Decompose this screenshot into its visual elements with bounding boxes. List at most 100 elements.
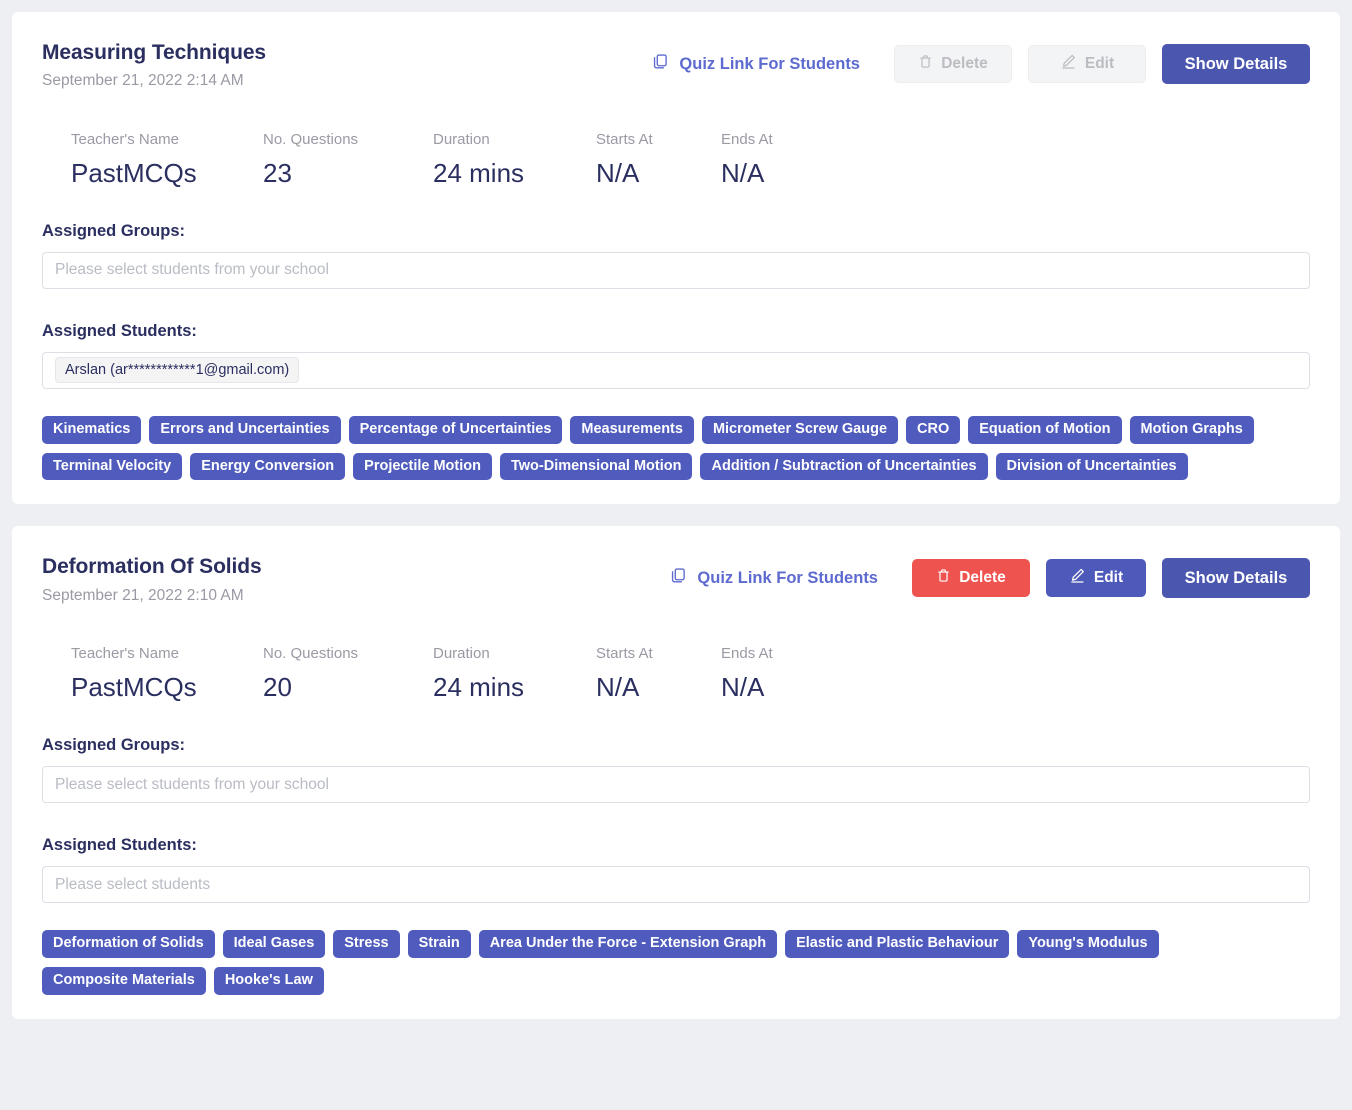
quiz-link-label: Quiz Link For Students — [697, 568, 878, 587]
topic-tag[interactable]: Hooke's Law — [213, 966, 324, 995]
assigned-groups-placeholder: Please select students from your school — [55, 261, 329, 279]
stat-2: Duration 24 mins — [433, 645, 596, 703]
topic-tag[interactable]: Two-Dimensional Motion — [499, 452, 693, 481]
assigned-students-label: Assigned Students: — [42, 321, 197, 340]
edit-button: Edit — [1028, 45, 1146, 83]
topic-tag[interactable]: Motion Graphs — [1129, 415, 1254, 444]
stat-value: 20 — [263, 672, 292, 703]
assigned-students-block: Assigned Students: Please select students — [42, 836, 1310, 904]
topic-tag[interactable]: Young's Modulus — [1017, 930, 1159, 958]
topic-tag[interactable]: Terminal Velocity — [42, 452, 183, 481]
topic-tag[interactable]: Energy Conversion — [190, 452, 346, 481]
topic-tag[interactable]: Composite Materials — [42, 966, 206, 995]
assigned-groups-placeholder: Please select students from your school — [55, 775, 329, 793]
assigned-groups-input[interactable]: Please select students from your school — [42, 251, 1310, 289]
assigned-students-label: Assigned Students: — [42, 836, 197, 855]
topic-tag[interactable]: Kinematics — [42, 415, 142, 444]
stat-value: PastMCQs — [71, 157, 197, 188]
quiz-link-for-students-button[interactable]: Quiz Link For Students — [670, 567, 878, 589]
assigned-students-input[interactable]: Please select students — [42, 866, 1310, 904]
topic-tag[interactable]: Micrometer Screw Gauge — [701, 415, 899, 444]
stat-label: No. Questions — [263, 130, 359, 148]
card-actions: Quiz Link For Students Delete Edit Show Det… — [652, 38, 1310, 84]
stat-label: Ends At — [721, 130, 773, 148]
card-header: Measuring Techniques September 21, 2022 2… — [42, 38, 1310, 91]
stat-value: 24 mins — [433, 672, 525, 703]
topic-tag[interactable]: Division of Uncertainties — [995, 452, 1188, 481]
stat-3: Starts At N/A — [596, 645, 721, 703]
stat-2: Duration 24 mins — [433, 131, 596, 189]
topic-tag[interactable]: Strain — [407, 930, 471, 958]
quiz-card: Measuring Techniques September 21, 2022 2… — [12, 12, 1340, 505]
quiz-date: September 21, 2022 2:14 AM — [42, 72, 244, 90]
topic-tag[interactable]: Measurements — [570, 415, 694, 444]
card-header-left: Measuring Techniques September 21, 2022 2… — [42, 38, 266, 91]
topic-tag[interactable]: Errors and Uncertainties — [149, 415, 341, 444]
topic-tag[interactable]: Deformation of Solids — [42, 930, 215, 958]
assigned-students-placeholder: Please select students — [55, 875, 211, 893]
stat-value: N/A — [721, 157, 765, 188]
stat-3: Starts At N/A — [596, 131, 721, 189]
topic-tag[interactable]: Ideal Gases — [222, 930, 326, 958]
card-header: Deformation Of Solids September 21, 2022 … — [42, 552, 1310, 605]
stat-label: Starts At — [596, 130, 653, 148]
stat-4: Ends At N/A — [721, 645, 846, 703]
pencil-icon — [1060, 53, 1077, 75]
card-header-left: Deformation Of Solids September 21, 2022 … — [42, 552, 262, 605]
quiz-title: Deformation Of Solids — [42, 555, 262, 579]
stat-4: Ends At N/A — [721, 131, 846, 189]
topic-tag[interactable]: Elastic and Plastic Behaviour — [785, 930, 1010, 958]
topic-tag-list: Kinematics Errors and Uncertainties Percen… — [42, 415, 1310, 481]
card-actions: Quiz Link For Students Delete Edit Show Det… — [670, 552, 1310, 599]
topic-tag[interactable]: Addition / Subtraction of Uncertainties — [700, 452, 988, 481]
stat-label: Starts At — [596, 645, 653, 663]
assigned-students-input[interactable]: Arslan (ar************1@gmail.com) — [42, 351, 1310, 389]
quiz-card: Deformation Of Solids September 21, 2022 … — [12, 526, 1340, 1019]
delete-label: Delete — [941, 55, 988, 72]
show-details-label: Show Details — [1184, 568, 1288, 587]
topic-tag[interactable]: Projectile Motion — [353, 452, 492, 481]
quiz-link-label: Quiz Link For Students — [679, 54, 860, 73]
stat-0: Teacher's Name PastMCQs — [71, 131, 263, 189]
topic-tag-list: Deformation of Solids Ideal Gases Stress St… — [42, 930, 1310, 995]
show-details-button[interactable]: Show Details — [1162, 558, 1310, 599]
show-details-label: Show Details — [1184, 54, 1288, 73]
copy-icon — [652, 53, 669, 75]
edit-button[interactable]: Edit — [1046, 559, 1146, 598]
show-details-button[interactable]: Show Details — [1162, 44, 1310, 84]
edit-label: Edit — [1084, 55, 1115, 72]
stat-value: PastMCQs — [71, 672, 197, 703]
stat-label: Teacher's Name — [71, 130, 179, 148]
topic-tag[interactable]: CRO — [906, 415, 961, 444]
stat-1: No. Questions 23 — [263, 131, 433, 189]
edit-label: Edit — [1093, 569, 1124, 587]
stat-label: No. Questions — [263, 645, 359, 663]
assigned-groups-block: Assigned Groups: Please select students f… — [42, 736, 1310, 804]
delete-button[interactable]: Delete — [912, 559, 1030, 598]
assigned-groups-label: Assigned Groups: — [42, 221, 186, 240]
topic-tag[interactable]: Percentage of Uncertainties — [348, 415, 563, 444]
assigned-groups-input[interactable]: Please select students from your school — [42, 766, 1310, 804]
assigned-student-chip[interactable]: Arslan (ar************1@gmail.com) — [55, 357, 300, 384]
topic-tag[interactable]: Stress — [333, 930, 400, 958]
quiz-title: Measuring Techniques — [42, 41, 266, 64]
trash-icon — [936, 568, 951, 588]
stat-value: N/A — [721, 672, 765, 703]
delete-label: Delete — [959, 569, 1006, 587]
quiz-stats: Teacher's Name PastMCQs No. Questions 20 Dur… — [42, 645, 1310, 703]
stat-value: 23 — [263, 157, 292, 188]
delete-button: Delete — [894, 45, 1012, 83]
topic-tag[interactable]: Area Under the Force - Extension Graph — [478, 930, 778, 958]
assigned-groups-block: Assigned Groups: Please select students f… — [42, 222, 1310, 289]
stat-label: Duration — [433, 130, 490, 148]
stat-label: Ends At — [721, 645, 773, 663]
trash-icon — [918, 54, 933, 74]
pencil-icon — [1069, 567, 1086, 589]
quiz-stats: Teacher's Name PastMCQs No. Questions 23 Dur… — [42, 131, 1310, 189]
stat-0: Teacher's Name PastMCQs — [71, 645, 263, 703]
quiz-link-for-students-button[interactable]: Quiz Link For Students — [652, 53, 860, 75]
stat-label: Duration — [433, 645, 490, 663]
quiz-list-page: Measuring Techniques September 21, 2022 2… — [0, 0, 1352, 1019]
topic-tag[interactable]: Equation of Motion — [968, 415, 1122, 444]
stat-value: 24 mins — [433, 157, 525, 188]
